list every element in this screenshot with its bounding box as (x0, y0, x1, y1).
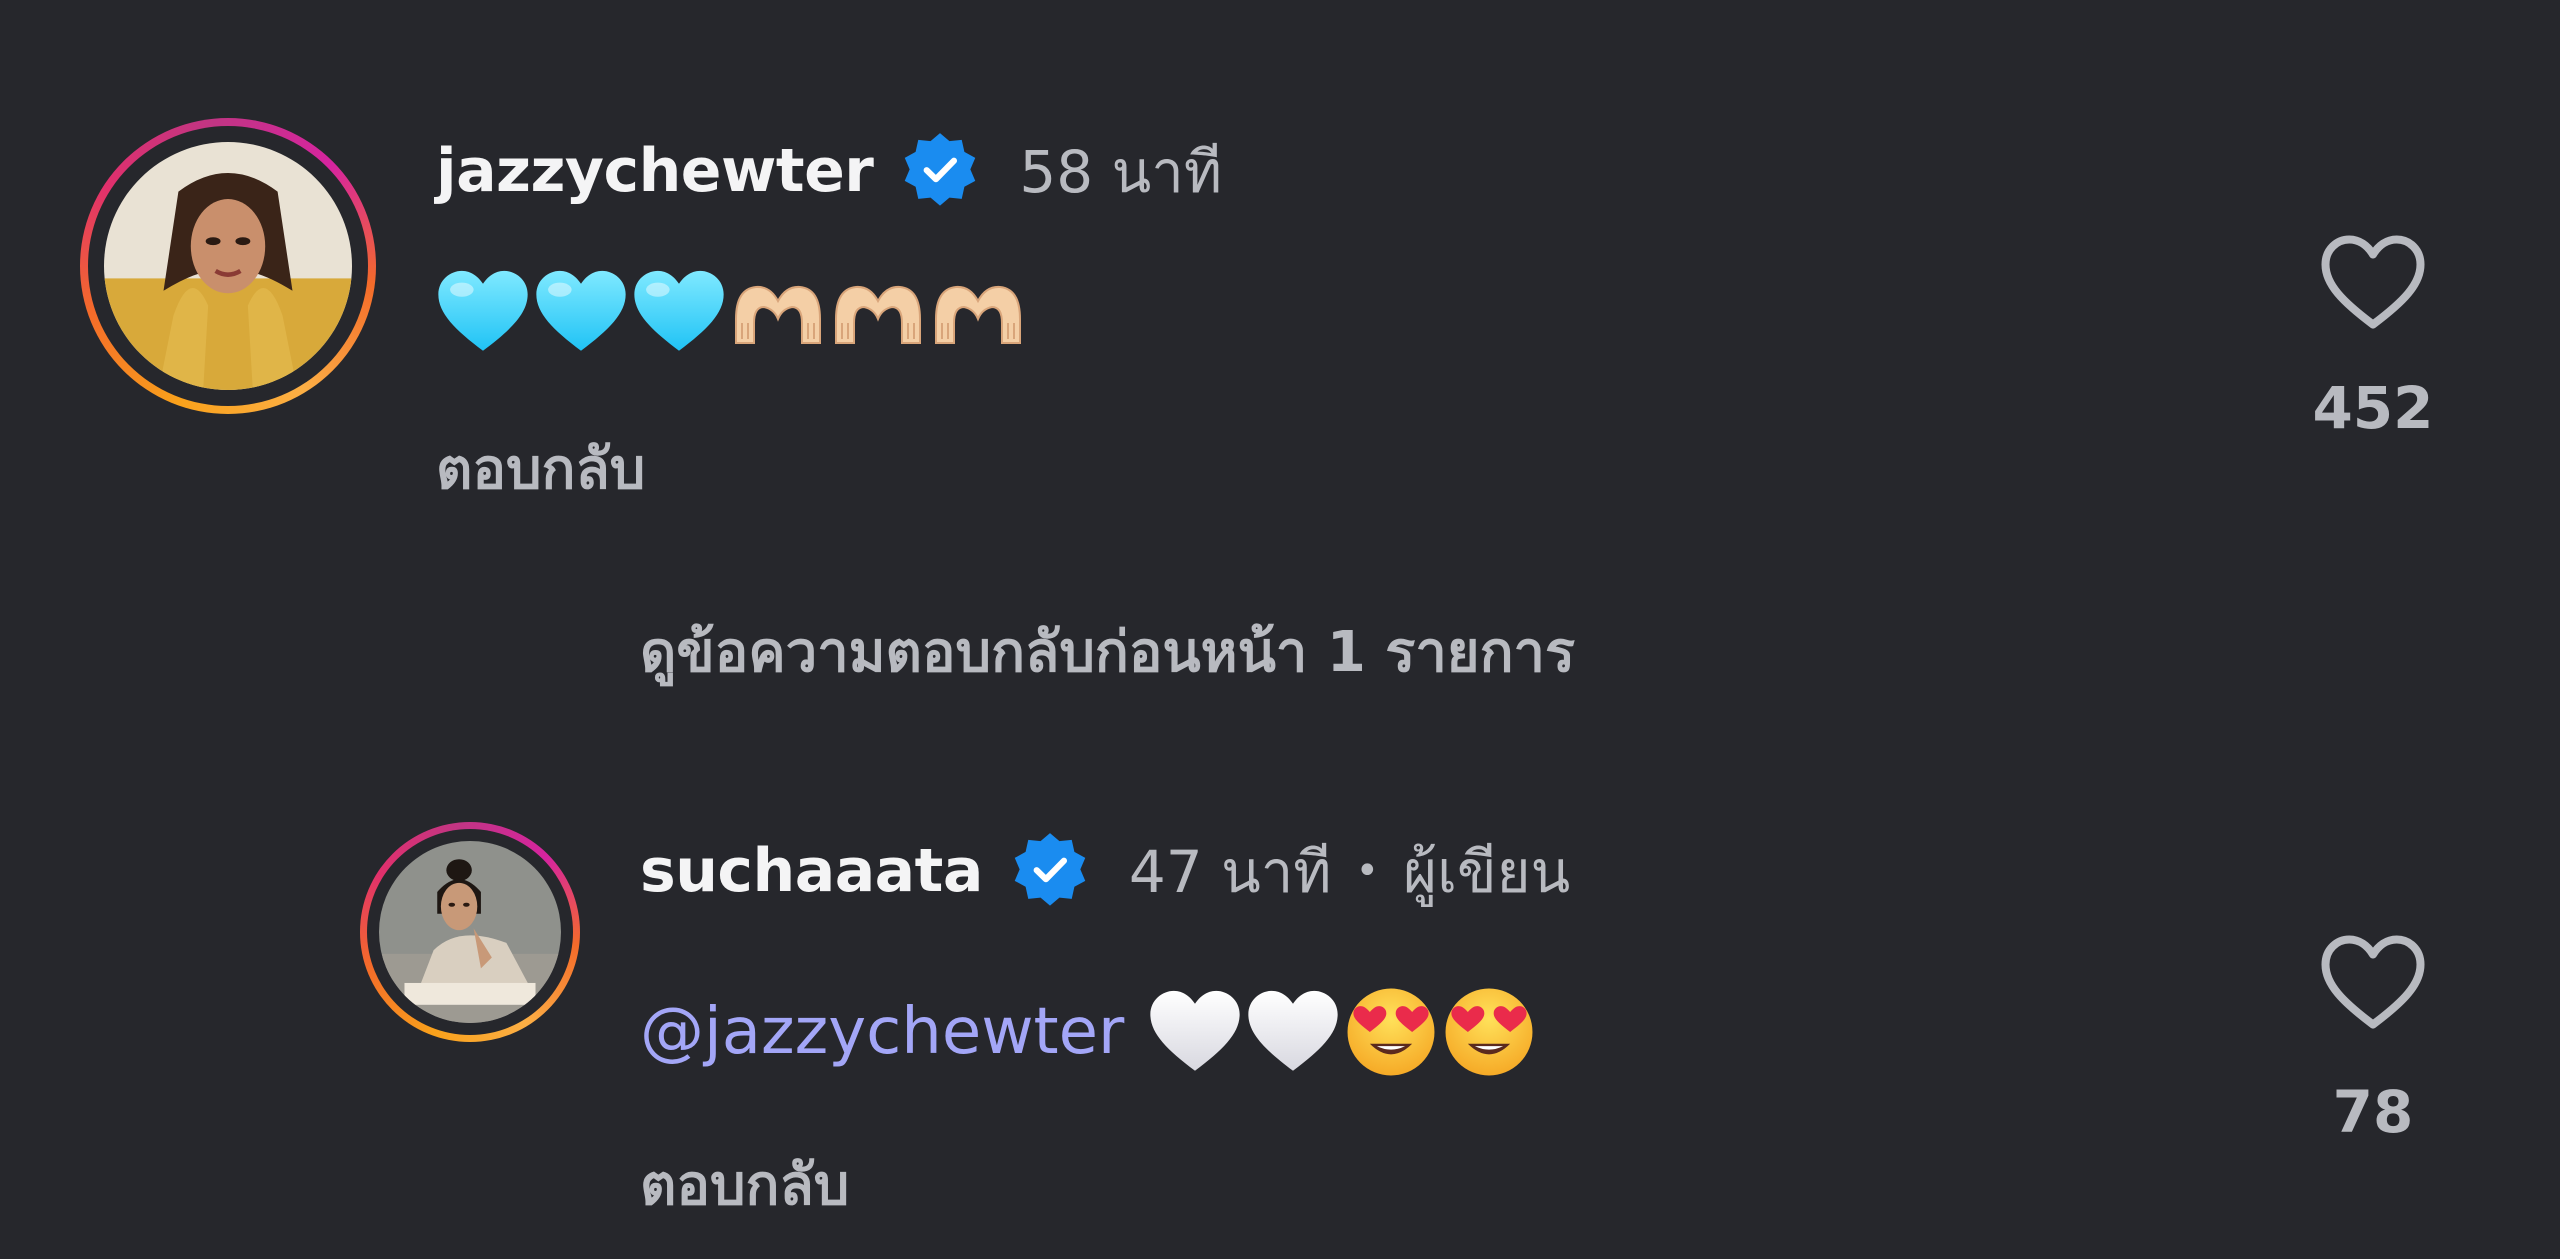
username[interactable]: suchaaata (640, 836, 983, 906)
author-tag: ผู้เขียน (1403, 837, 1571, 906)
avatar-jazzychewter[interactable] (104, 142, 352, 390)
reply-header: suchaaata 47 นาที • ผู้เขียน (640, 826, 1570, 916)
verified-badge-icon (899, 130, 981, 212)
heart-eyes-icon (1344, 985, 1438, 1079)
separator-dot: • (1355, 848, 1380, 894)
emoji-row (1148, 985, 1540, 1079)
username[interactable]: jazzychewter (436, 136, 874, 206)
emoji-row (436, 268, 1030, 356)
comment-header: jazzychewter 58 นาที (436, 126, 1222, 216)
reply-button[interactable]: ตอบกลับ (436, 424, 645, 513)
heart-hands-icon (730, 279, 826, 345)
avatar-suchaaata[interactable] (379, 841, 561, 1023)
light-blue-heart-icon (534, 268, 628, 356)
reply-text: @jazzychewter (640, 982, 1540, 1082)
heart-hands-icon (830, 279, 926, 345)
mention-link[interactable]: @jazzychewter (640, 995, 1124, 1069)
like-count: 78 (2332, 1078, 2414, 1146)
like-count: 452 (2312, 374, 2434, 442)
comment-text (436, 262, 1030, 362)
timestamp: 58 นาที (1019, 137, 1223, 206)
avatar-photo-image (104, 142, 352, 390)
light-blue-heart-icon (632, 268, 726, 356)
heart-eyes-icon (1442, 985, 1536, 1079)
verified-badge-icon (1009, 830, 1091, 912)
avatar-photo-image (379, 841, 561, 1023)
light-blue-heart-icon (436, 268, 530, 356)
white-heart-icon (1148, 988, 1242, 1076)
white-heart-icon (1246, 988, 1340, 1076)
heart-outline-icon[interactable] (2318, 232, 2428, 332)
reply-button[interactable]: ตอบกลับ (640, 1140, 849, 1229)
comments-thread: jazzychewter 58 นาที ตอบกลับ 452 ดูข้อคว… (0, 0, 2560, 1259)
timestamp: 47 นาที (1128, 837, 1332, 906)
heart-hands-icon (930, 279, 1026, 345)
heart-outline-icon[interactable] (2318, 932, 2428, 1032)
view-previous-replies-button[interactable]: ดูข้อความตอบกลับก่อนหน้า 1 รายการ (640, 607, 1575, 696)
